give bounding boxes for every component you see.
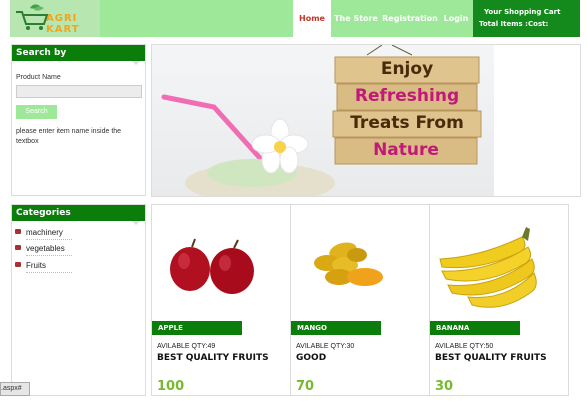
product-card-banana[interactable]: BANANA AVILABLE QTY:50 BEST QUALITY FRUI… xyxy=(429,204,569,396)
browser-status-bar: .aspx# xyxy=(0,382,30,396)
product-description: BEST QUALITY FRUITS xyxy=(157,353,269,363)
search-hint: please enter item name inside the textbo… xyxy=(16,128,122,145)
product-name-label: Product Name xyxy=(16,74,61,81)
banner-slider: Enjoy Refreshing Treats From Nature xyxy=(151,44,581,234)
nav-registration[interactable]: Registration xyxy=(381,0,439,37)
category-item[interactable]: machinery xyxy=(15,228,72,240)
banner-line-4: Nature xyxy=(373,140,439,160)
tag-icon xyxy=(15,262,21,267)
nav-login[interactable]: Login xyxy=(439,0,473,37)
product-name: MANGO xyxy=(291,321,381,335)
category-item[interactable]: Fruits xyxy=(15,261,72,273)
panel-notch-icon xyxy=(132,221,140,225)
categories-title: Categories xyxy=(12,205,145,221)
categories-panel: Categories machinery vegetables Fruits xyxy=(11,204,146,396)
apple-image[interactable] xyxy=(152,205,290,317)
product-price: 30 xyxy=(435,379,454,394)
product-card-mango[interactable]: MANGO AVILABLE QTY:30 GOOD 70 xyxy=(290,204,430,396)
category-item[interactable]: vegetables xyxy=(15,244,72,256)
banner-image: Enjoy Refreshing Treats From Nature xyxy=(152,45,494,196)
product-price: 70 xyxy=(296,379,315,394)
banner-line-3: Treats From xyxy=(350,113,464,133)
product-price: 100 xyxy=(157,379,185,394)
cart-cost: Cost: xyxy=(528,20,549,28)
product-qty: AVILABLE QTY:50 xyxy=(435,343,494,350)
product-name: APPLE xyxy=(152,321,242,335)
cart-total-items: Total Items : xyxy=(479,20,528,28)
header-band xyxy=(100,0,293,37)
product-description: BEST QUALITY FRUITS xyxy=(435,353,547,363)
banner-line-1: Enjoy xyxy=(380,59,434,79)
category-label[interactable]: Fruits xyxy=(26,261,46,270)
nav-home[interactable]: Home xyxy=(293,0,331,37)
nav-the-store[interactable]: The Store xyxy=(331,0,381,37)
logo[interactable]: AGRI KART xyxy=(10,0,100,37)
panel-notch-icon xyxy=(132,61,140,65)
product-name-input[interactable] xyxy=(16,85,142,98)
logo-text: AGRI KART xyxy=(46,13,80,35)
search-button[interactable]: Search xyxy=(16,105,57,119)
search-panel: Search by Product Name Search please ent… xyxy=(11,44,146,196)
product-qty: AVILABLE QTY:49 xyxy=(157,343,216,350)
banner-line-2: Refreshing xyxy=(354,86,460,106)
banana-image[interactable] xyxy=(430,205,568,317)
product-name: BANANA xyxy=(430,321,520,335)
shopping-cart-summary[interactable]: Your Shopping Cart Total Items : Cost: xyxy=(473,0,580,37)
search-panel-title: Search by xyxy=(12,45,145,61)
category-label[interactable]: vegetables xyxy=(26,244,65,253)
cart-title: Your Shopping Cart xyxy=(484,8,561,16)
product-card-apple[interactable]: APPLE AVILABLE QTY:49 BEST QUALITY FRUIT… xyxy=(151,204,291,396)
product-qty: AVILABLE QTY:30 xyxy=(296,343,355,350)
tag-icon xyxy=(15,229,21,234)
category-label[interactable]: machinery xyxy=(26,228,63,237)
product-description: GOOD xyxy=(296,353,327,363)
mango-image[interactable] xyxy=(291,205,429,317)
tag-icon xyxy=(15,245,21,250)
